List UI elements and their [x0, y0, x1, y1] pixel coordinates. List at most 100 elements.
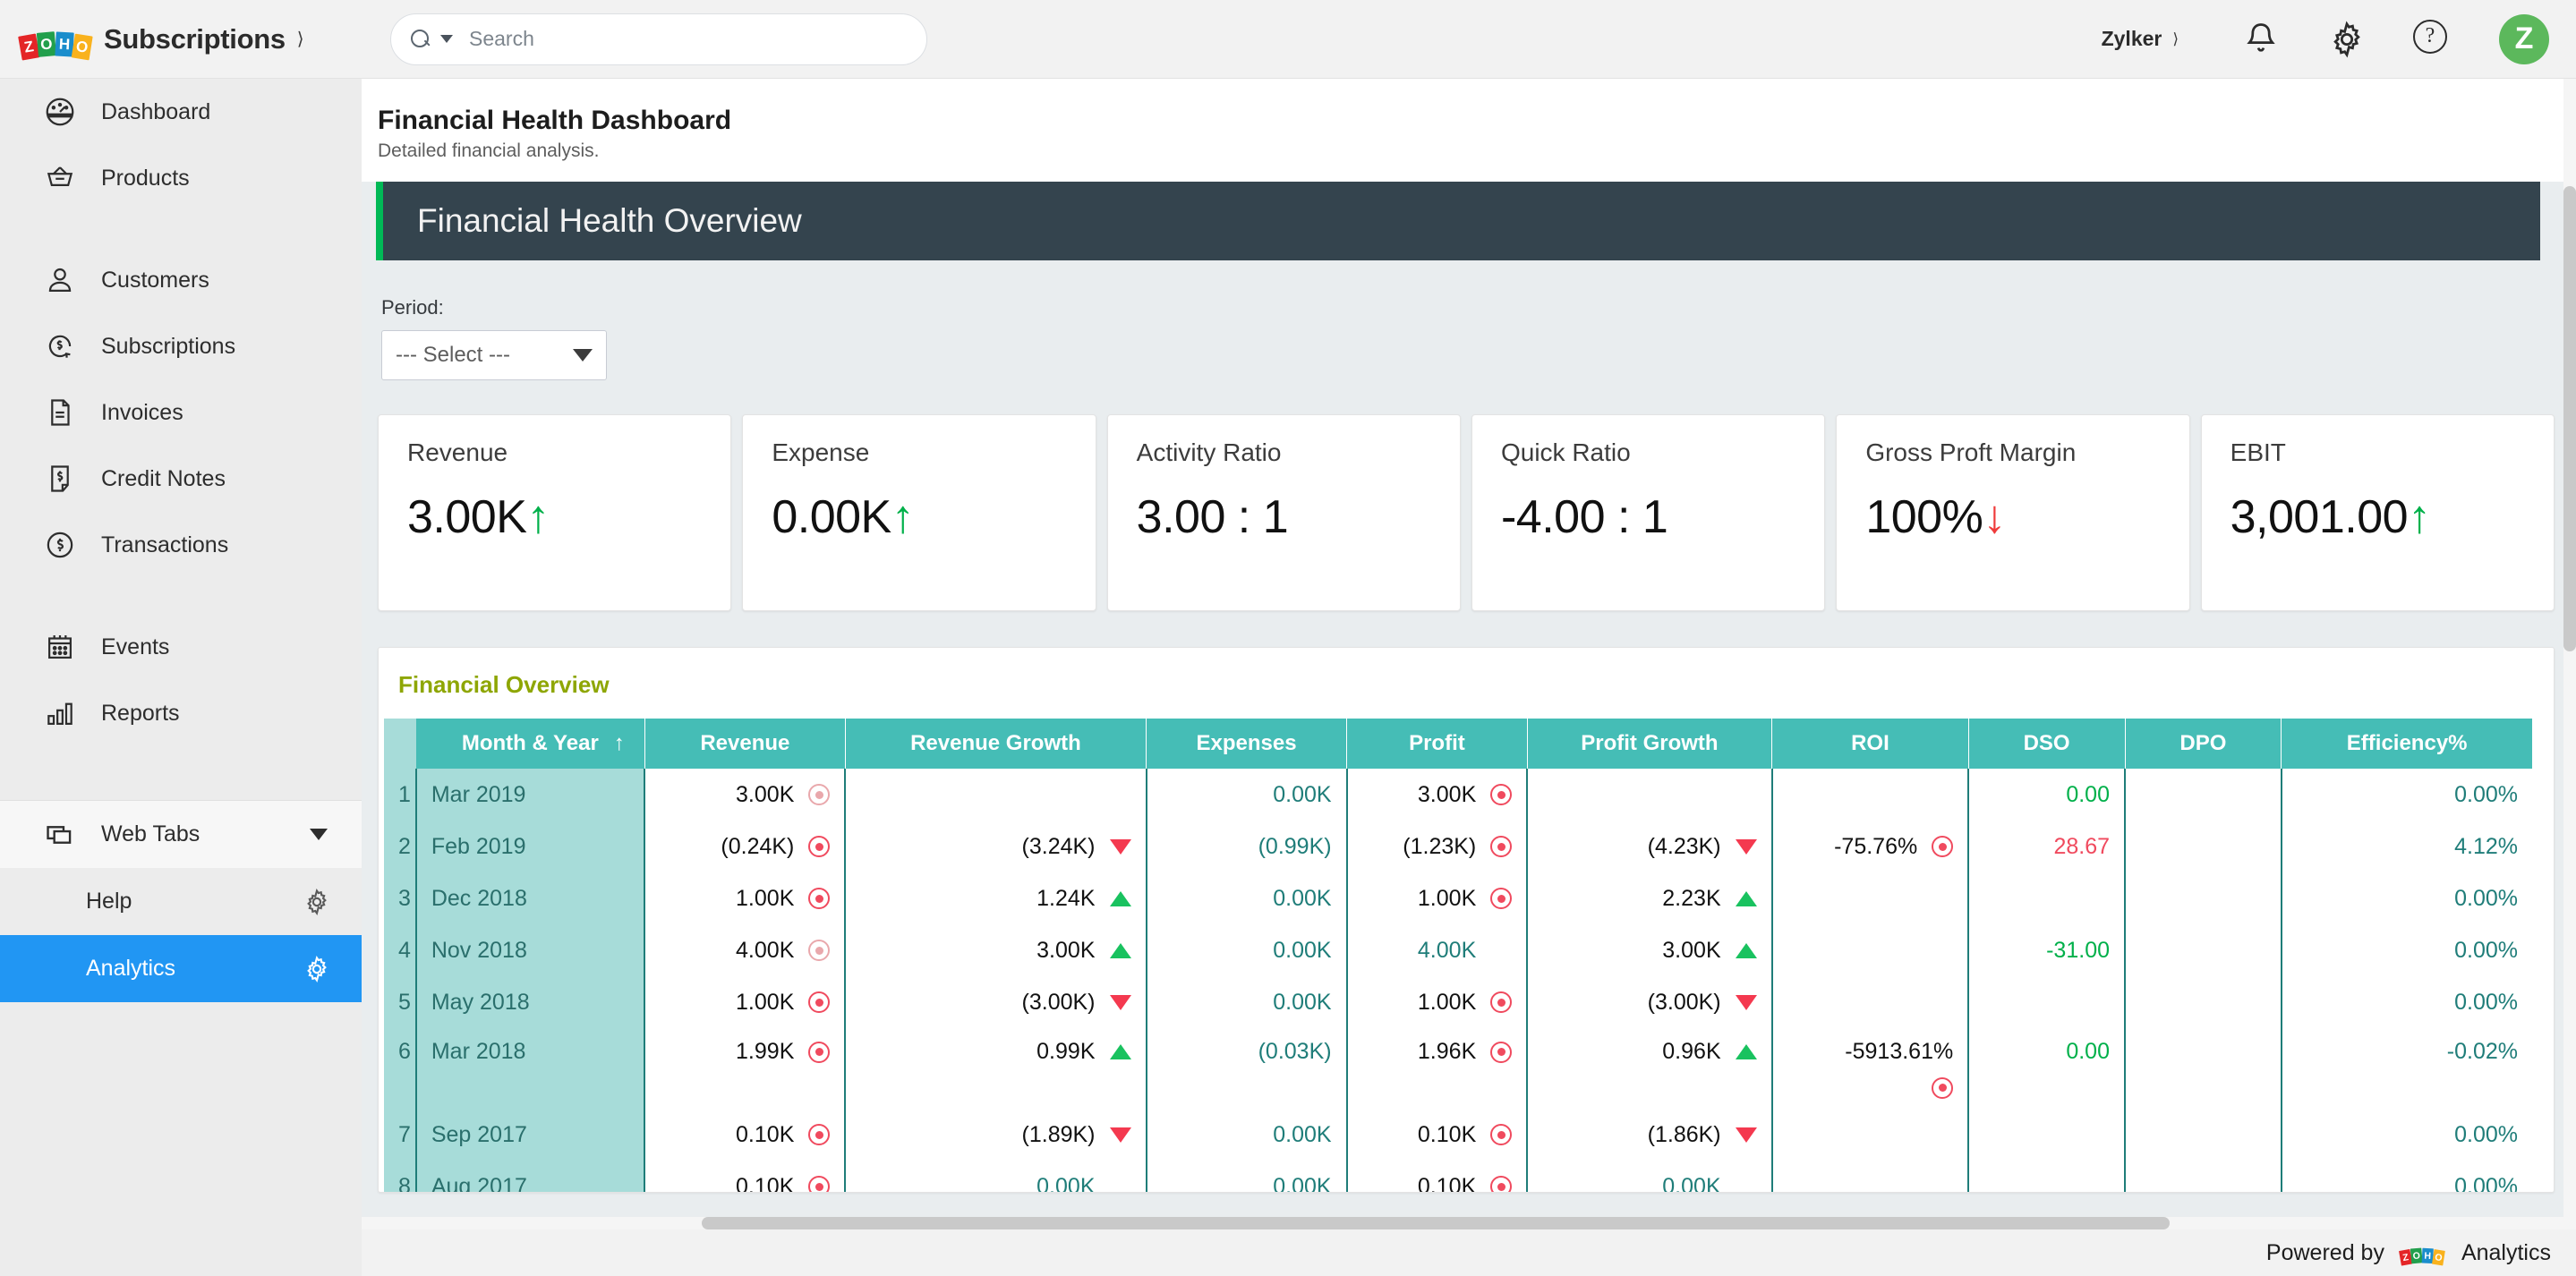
cell-value: 3.00K: [736, 782, 794, 808]
bullseye-icon: [808, 836, 830, 857]
column-header-revenue[interactable]: Revenue: [644, 719, 845, 769]
cell-profit: 4.00K: [1347, 924, 1528, 976]
dashboard-canvas: Financial Health Overview Period: --- Se…: [362, 182, 2576, 1276]
search-input[interactable]: Search: [390, 13, 927, 65]
help-icon[interactable]: ?: [2413, 20, 2452, 59]
avatar[interactable]: Z: [2499, 14, 2549, 64]
kpi-card-ebit[interactable]: EBIT 3,001.00 ↑: [2201, 414, 2555, 611]
kpi-label: Expense: [772, 438, 1095, 467]
cell-dpo: [2125, 769, 2282, 821]
sidebar-item-label: Help: [86, 889, 132, 914]
gear-icon[interactable]: [303, 888, 331, 916]
cell-dso: [1968, 1109, 2125, 1161]
cell-roi: [1772, 924, 1969, 976]
bullseye-icon: [1490, 991, 1512, 1013]
cell-revenue: 3.00K: [644, 769, 845, 821]
column-header-efficiency[interactable]: Efficiency%: [2282, 719, 2532, 769]
table-row[interactable]: 2 Feb 2019 (0.24K) (3.24K) (0.99K) (1.2: [384, 821, 2532, 872]
cell-value: 4.00K: [1418, 938, 1476, 964]
trend-up-icon: [1736, 891, 1757, 906]
cell-value: 1.00K: [1418, 990, 1476, 1016]
column-header-roi[interactable]: ROI: [1772, 719, 1969, 769]
recurring-icon: [43, 329, 77, 363]
column-header-dpo[interactable]: DPO: [2125, 719, 2282, 769]
scrollbar-thumb[interactable]: [702, 1217, 2170, 1229]
cell-value: (1.89K): [1022, 1122, 1096, 1148]
table-row[interactable]: 7 Sep 2017 0.10K (1.89K) 0.00K 0.10K: [384, 1109, 2532, 1161]
brand-area[interactable]: Z O H O Subscriptions ⟩: [0, 0, 362, 79]
cell-profit-growth: (3.00K): [1527, 976, 1771, 1028]
chevron-down-icon[interactable]: ⟩: [2172, 30, 2179, 48]
trend-down-icon: [1110, 995, 1131, 1010]
column-header-expenses[interactable]: Expenses: [1147, 719, 1347, 769]
bullseye-icon: [1932, 1077, 1953, 1099]
chevron-down-icon[interactable]: [310, 829, 328, 840]
banner-title: Financial Health Overview: [383, 202, 802, 240]
kpi-card-activity-ratio[interactable]: Activity Ratio 3.00 : 1: [1107, 414, 1461, 611]
cell-revenue-growth: 1.24K: [845, 872, 1146, 924]
chevron-down-icon[interactable]: [440, 35, 453, 43]
cell-value: 0.99K: [1036, 1039, 1095, 1065]
kpi-card-revenue[interactable]: Revenue 3.00K ↑: [378, 414, 731, 611]
row-index-header: [384, 719, 416, 769]
table-row[interactable]: 8 Aug 2017 0.10K 0.00K 0.00K 0.10K: [384, 1161, 2532, 1193]
table-row[interactable]: 6 Mar 2018 1.99K 0.99K (0.03K) 1.96K: [384, 1028, 2532, 1109]
cell-dpo: [2125, 1161, 2282, 1193]
cell-month-year: Mar 2018: [416, 1028, 644, 1109]
powered-by-footer: Powered by Z O H O Analytics: [362, 1229, 2576, 1276]
kpi-value: -4.00 : 1: [1501, 490, 1668, 544]
table-row[interactable]: 5 May 2018 1.00K (3.00K) 0.00K 1.00K: [384, 976, 2532, 1028]
cell-value: (1.23K): [1403, 834, 1476, 860]
table-row[interactable]: 4 Nov 2018 4.00K 3.00K 0.00K 4.00K: [384, 924, 2532, 976]
sidebar-item-invoices[interactable]: Invoices: [0, 379, 362, 446]
cell-month-year: Aug 2017: [416, 1161, 644, 1193]
sidebar-item-dashboard[interactable]: Dashboard: [0, 79, 362, 145]
sidebar-item-products[interactable]: Products: [0, 145, 362, 211]
sidebar-item-analytics[interactable]: Analytics: [0, 935, 362, 1002]
column-header-month-year[interactable]: Month & Year ↑: [416, 719, 644, 769]
sidebar-item-label: Credit Notes: [101, 466, 226, 492]
sidebar-item-events[interactable]: Events: [0, 614, 362, 680]
kpi-value: 3,001.00: [2231, 490, 2408, 544]
cell-efficiency: -0.02%: [2282, 1028, 2532, 1109]
sidebar-item-subscriptions[interactable]: Subscriptions: [0, 313, 362, 379]
chevron-down-icon[interactable]: ⟩: [297, 28, 304, 50]
bell-icon[interactable]: [2241, 20, 2281, 59]
vertical-scrollbar[interactable]: [2563, 79, 2576, 1229]
sidebar-item-reports[interactable]: Reports: [0, 680, 362, 746]
sidebar-item-transactions[interactable]: Transactions: [0, 512, 362, 578]
cell-value: (3.00K): [1648, 990, 1721, 1016]
sidebar-item-help[interactable]: Help: [0, 868, 362, 935]
horizontal-scrollbar[interactable]: [362, 1217, 2576, 1229]
trend-down-icon: [1736, 1127, 1757, 1143]
cell-value: 1.99K: [736, 1039, 794, 1065]
sort-asc-icon[interactable]: ↑: [614, 731, 625, 756]
kpi-card-gross-proft-margin[interactable]: Gross Proft Margin 100% ↓: [1836, 414, 2189, 611]
cell-value: (0.24K): [721, 834, 794, 860]
sidebar-item-web-tabs[interactable]: Web Tabs: [0, 800, 362, 868]
cell-roi: [1772, 976, 1969, 1028]
search-icon: [411, 30, 431, 49]
column-header-dso[interactable]: DSO: [1968, 719, 2125, 769]
cell-value: 3.00K: [1418, 782, 1476, 808]
column-header-profit-growth[interactable]: Profit Growth: [1527, 719, 1771, 769]
cell-month-year: Nov 2018: [416, 924, 644, 976]
gear-icon[interactable]: [2327, 20, 2367, 59]
gear-icon[interactable]: [303, 955, 331, 983]
table-row[interactable]: 1 Mar 2019 3.00K 0.00K 3.00K: [384, 769, 2532, 821]
scrollbar-thumb[interactable]: [2563, 186, 2576, 651]
cell-value: 0.10K: [736, 1174, 794, 1194]
kpi-label: Activity Ratio: [1137, 438, 1460, 467]
org-name[interactable]: Zylker: [2102, 27, 2162, 51]
column-header-profit[interactable]: Profit: [1347, 719, 1528, 769]
kpi-card-quick-ratio[interactable]: Quick Ratio -4.00 : 1: [1471, 414, 1825, 611]
cell-value: -75.76%: [1834, 834, 1917, 860]
sidebar-divider: [0, 211, 362, 247]
sidebar-item-customers[interactable]: Customers: [0, 247, 362, 313]
kpi-card-expense[interactable]: Expense 0.00K ↑: [742, 414, 1096, 611]
table-row[interactable]: 3 Dec 2018 1.00K 1.24K 0.00K 1.00K: [384, 872, 2532, 924]
sidebar-item-credit-notes[interactable]: Credit Notes: [0, 446, 362, 512]
dashboard-banner: Financial Health Overview: [376, 182, 2540, 260]
period-select[interactable]: --- Select ---: [381, 330, 607, 380]
column-header-revenue-growth[interactable]: Revenue Growth: [845, 719, 1146, 769]
